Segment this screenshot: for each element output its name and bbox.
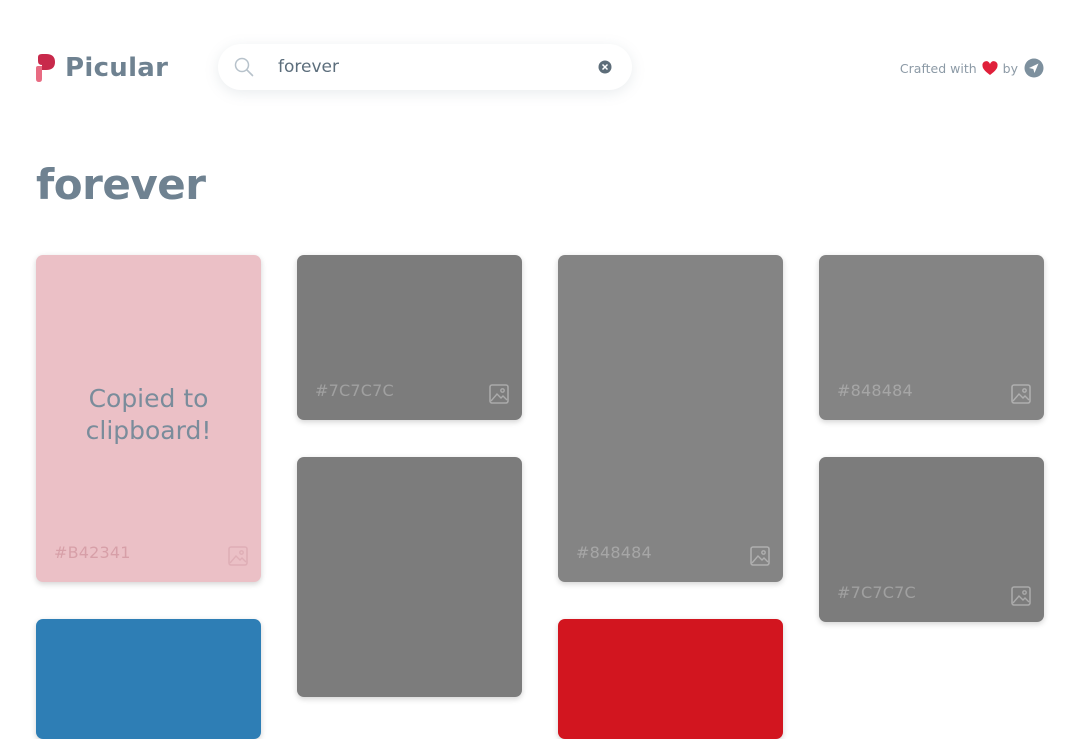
- by-text: by: [1002, 60, 1018, 76]
- tile-hex-label: #7C7C7C: [837, 583, 916, 602]
- heart-icon: [982, 60, 998, 76]
- color-tile[interactable]: #848484: [558, 255, 783, 582]
- copied-message: Copied to clipboard!: [36, 383, 261, 447]
- copied-message-line1: Copied to: [88, 384, 209, 413]
- crafted-text: Crafted with: [899, 60, 977, 76]
- color-tile[interactable]: [297, 457, 522, 697]
- search-icon: [234, 57, 254, 77]
- clear-search-icon[interactable]: [598, 60, 612, 74]
- color-tile[interactable]: #848484: [819, 255, 1044, 420]
- image-icon[interactable]: [228, 546, 248, 566]
- search-bar: [218, 44, 632, 90]
- image-icon[interactable]: [489, 384, 509, 404]
- tile-hex-label: #848484: [576, 543, 652, 562]
- color-tile[interactable]: #7C7C7C: [297, 255, 522, 420]
- color-tile[interactable]: #7C7C7C: [819, 457, 1044, 622]
- image-icon[interactable]: [1011, 586, 1031, 606]
- tile-hex-label: #B42341: [54, 543, 131, 562]
- picular-logo-icon: [36, 54, 55, 82]
- tile-hex-label: #848484: [837, 381, 913, 400]
- color-tile[interactable]: Copied to clipboard! #B42341: [36, 255, 261, 582]
- crafted-credit: Crafted with by: [900, 58, 1044, 78]
- image-icon[interactable]: [750, 546, 770, 566]
- tile-hex-label: #7C7C7C: [315, 381, 394, 400]
- logo[interactable]: Picular: [35, 52, 168, 84]
- logo-text: Picular: [65, 53, 169, 83]
- page-title: forever: [36, 160, 206, 209]
- search-input[interactable]: [278, 44, 578, 90]
- color-tile[interactable]: [36, 619, 261, 739]
- copied-message-line2: clipboard!: [85, 416, 212, 445]
- color-tile[interactable]: [558, 619, 783, 739]
- image-icon[interactable]: [1011, 384, 1031, 404]
- paper-plane-icon[interactable]: [1024, 58, 1044, 78]
